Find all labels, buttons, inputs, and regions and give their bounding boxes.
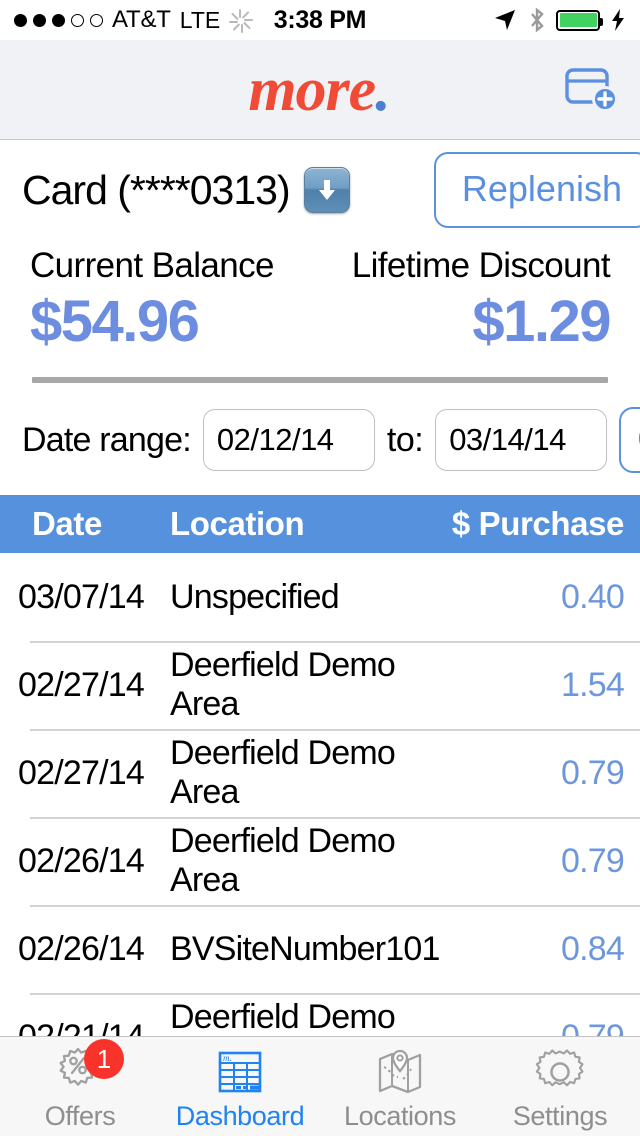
card-selector-row: Card (****0313) Replenish [0, 140, 640, 240]
offers-badge: 1 [84, 1039, 124, 1079]
cell-date: 02/26/14 [18, 841, 145, 880]
app-header: more. [0, 40, 640, 140]
tab-label-locations: Locations [344, 1101, 456, 1131]
status-bar: AT&T LTE 3:38 PM [0, 0, 640, 40]
cell-location: BVSiteNumber101 [170, 929, 440, 968]
date-to-input[interactable] [435, 409, 608, 471]
date-range-label: Date range: [22, 420, 192, 459]
table-row[interactable]: 03/07/14 Unspecified 0.40 [0, 553, 640, 641]
column-header-date: Date [32, 505, 102, 542]
table-row[interactable]: 02/27/14 Deerfield Demo Area 0.79 [0, 729, 640, 817]
brand-logo-dot: . [375, 55, 390, 124]
cell-amount: 0.79 [561, 841, 625, 880]
tab-dashboard[interactable]: m. Dashboard [160, 1037, 320, 1136]
card-number-label: Card (****0313) [22, 166, 291, 213]
settings-icon-wrap [533, 1045, 587, 1097]
current-balance-label: Current Balance [30, 246, 275, 285]
svg-text:m.: m. [223, 1053, 232, 1063]
lifetime-discount-value: $1.29 [472, 289, 611, 354]
table-row[interactable]: 02/26/14 Deerfield Demo Area 0.79 [0, 817, 640, 905]
tab-bar: 1 Offers m. Dashboard Locations Settings [0, 1036, 640, 1136]
cell-location: Deerfield Demo Area [170, 646, 396, 723]
dashboard-grid-icon: m. [218, 1051, 262, 1093]
tab-offers[interactable]: 1 Offers [0, 1037, 160, 1136]
lifetime-discount-label: Lifetime Discount [351, 246, 611, 285]
map-pin-icon [378, 1049, 422, 1094]
cell-location: Unspecified [170, 577, 340, 616]
tab-label-offers: Offers [44, 1101, 116, 1131]
tab-settings[interactable]: Settings [480, 1037, 640, 1136]
clock-label: 3:38 PM [273, 5, 367, 34]
battery-icon [556, 9, 603, 31]
column-header-purchase: $ Purchase [451, 505, 625, 542]
current-balance-value: $54.96 [30, 289, 200, 354]
replenish-button[interactable]: Replenish [433, 152, 640, 228]
lifetime-discount-cell: Lifetime Discount $1.29 [320, 246, 612, 355]
brand-logo-text: more [248, 55, 376, 124]
tab-locations[interactable]: Locations [320, 1037, 480, 1136]
card-dropdown-button[interactable] [303, 167, 350, 213]
add-card-icon [565, 67, 618, 112]
date-from-input[interactable] [202, 409, 375, 471]
cell-amount: 1.54 [561, 665, 625, 704]
locations-icon-wrap [370, 1045, 430, 1097]
tab-label-settings: Settings [512, 1101, 608, 1131]
gear-icon [535, 1049, 584, 1087]
cell-date: 02/27/14 [18, 665, 145, 704]
date-range-row: Date range: to: Go [0, 383, 640, 495]
current-balance-cell: Current Balance $54.96 [30, 246, 320, 355]
balance-summary: Current Balance $54.96 Lifetime Discount… [0, 240, 640, 355]
dashboard-icon-wrap: m. [212, 1045, 268, 1097]
go-button[interactable]: Go [619, 407, 640, 473]
offers-icon-wrap: 1 [52, 1039, 124, 1097]
cell-date: 02/26/14 [18, 929, 145, 968]
tab-label-dashboard: Dashboard [175, 1101, 305, 1131]
column-header-location: Location [170, 505, 305, 542]
cell-date: 03/07/14 [18, 577, 145, 616]
transactions-table-body: 03/07/14 Unspecified 0.40 02/27/14 Deerf… [0, 553, 640, 1081]
table-row[interactable]: 02/27/14 Deerfield Demo Area 1.54 [0, 641, 640, 729]
transactions-table-header: Date Location $ Purchase [0, 495, 640, 553]
down-arrow-icon [318, 180, 335, 200]
table-row[interactable]: 02/26/14 BVSiteNumber101 0.84 [0, 905, 640, 993]
cell-amount: 0.40 [561, 577, 625, 616]
cell-date: 02/27/14 [18, 753, 145, 792]
add-card-button[interactable] [564, 62, 620, 118]
cell-location: Deerfield Demo Area [170, 822, 396, 899]
cell-location: Deerfield Demo Area [170, 734, 396, 811]
cell-amount: 0.79 [561, 753, 625, 792]
date-to-label: to: [386, 420, 424, 459]
app-screen: AT&T LTE 3:38 PM more. Card (****0313) R… [0, 0, 640, 1136]
brand-logo: more. [248, 59, 391, 121]
cell-amount: 0.84 [561, 929, 625, 968]
